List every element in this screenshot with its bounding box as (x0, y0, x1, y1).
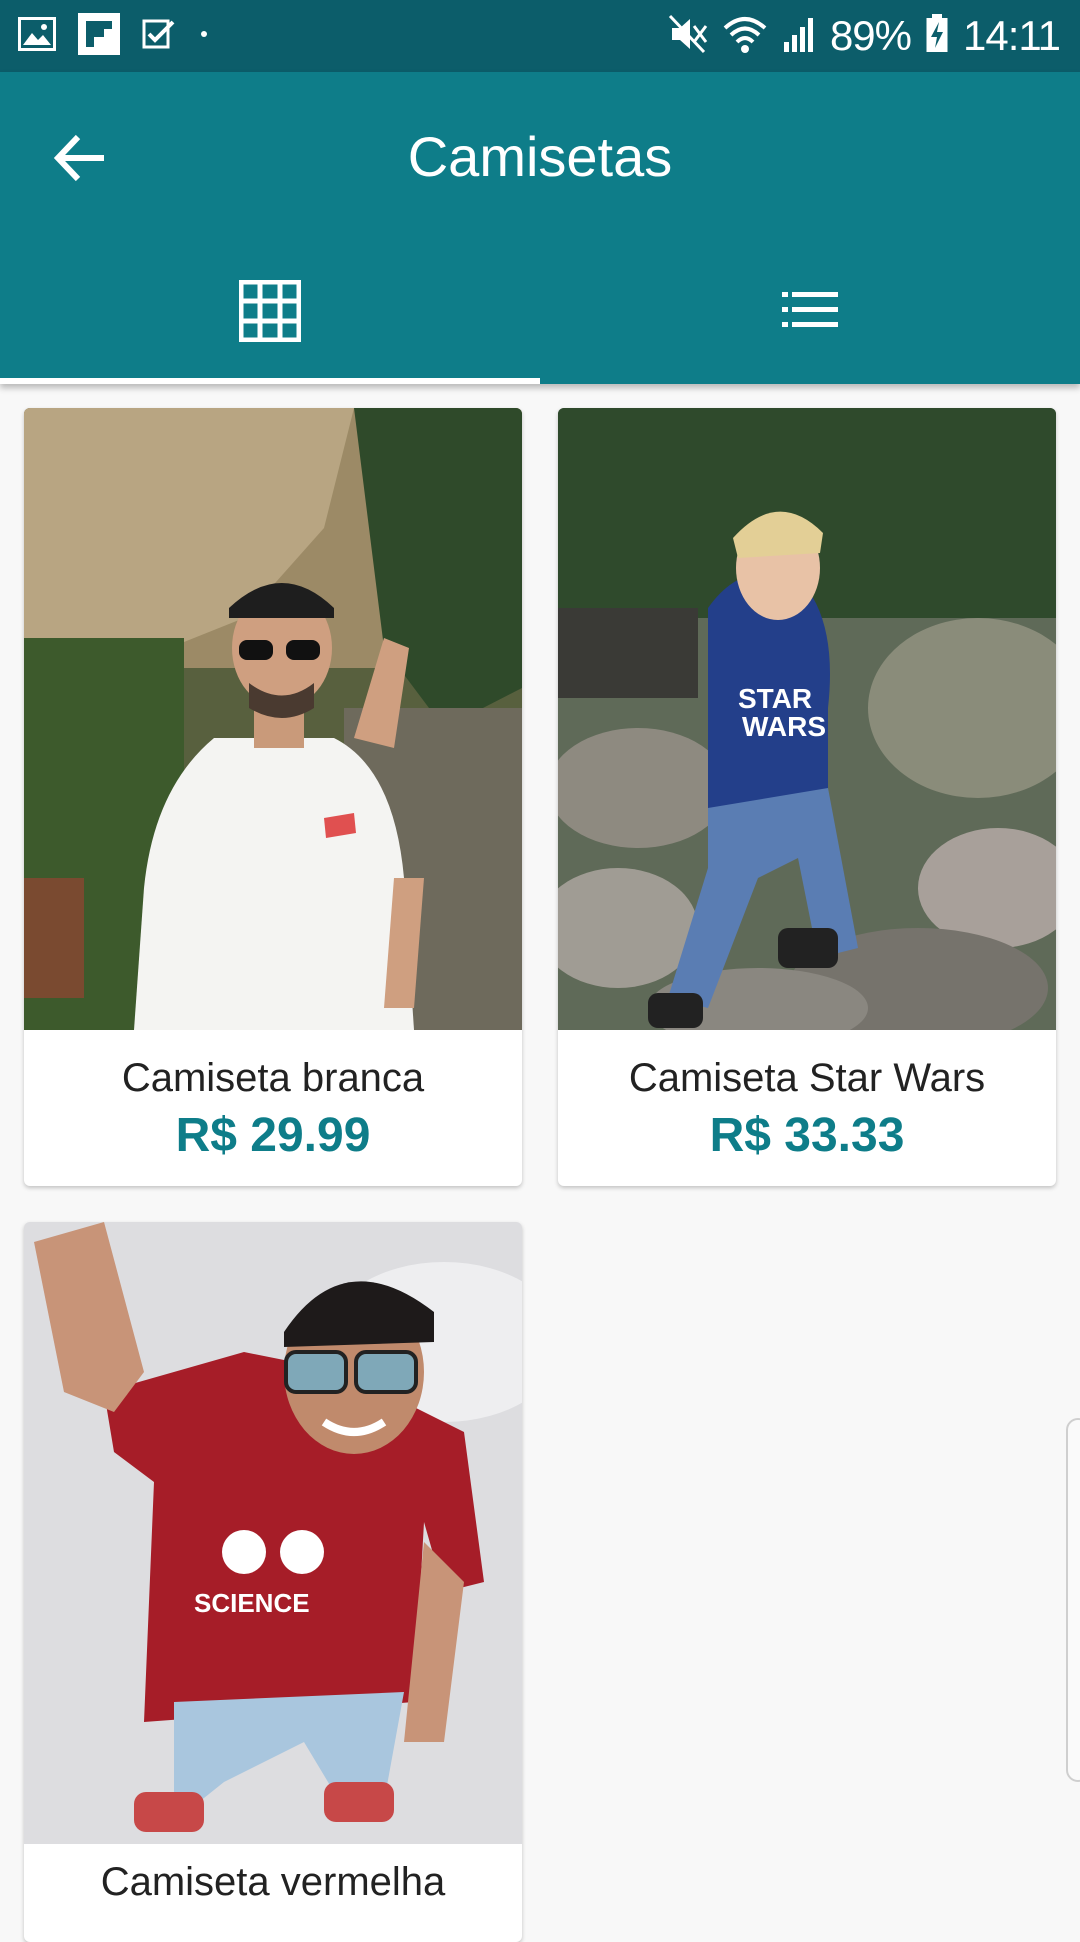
product-price: R$ 33.33 (709, 1109, 905, 1162)
battery-charging-icon (925, 13, 949, 59)
product-card[interactable]: SCIENCE Camiseta vermelha (24, 1222, 522, 1942)
dot-icon (198, 27, 210, 45)
mute-icon (668, 14, 708, 59)
tab-indicator (0, 378, 540, 384)
page-title: Camisetas (407, 125, 673, 188)
product-name: Camiseta Star Wars (628, 1056, 986, 1100)
status-bar: 89% 14:11 (0, 0, 1080, 72)
product-card[interactable]: Camiseta branca R$ 29.99 (24, 408, 522, 1186)
svg-text:WARS: WARS (742, 711, 826, 742)
product-name: Camiseta vermelha (100, 1860, 446, 1904)
notification-icons (18, 12, 210, 60)
scrollbar[interactable] (1066, 1418, 1080, 1782)
tab-list-view[interactable] (540, 258, 1080, 384)
product-image (24, 408, 522, 1030)
product-name: Camiseta branca (121, 1056, 425, 1100)
battery-percent: 89% (829, 12, 912, 59)
wifi-icon (722, 14, 768, 59)
svg-text:SCIENCE: SCIENCE (194, 1588, 310, 1618)
flipboard-icon (78, 12, 120, 60)
product-price: R$ 29.99 (175, 1109, 371, 1162)
product-image: STAR WARS (558, 408, 1056, 1030)
svg-text:STAR: STAR (738, 683, 812, 714)
gallery-icon (18, 16, 56, 56)
product-image: SCIENCE (24, 1222, 522, 1844)
system-icons: 89% 14:11 (668, 10, 1061, 62)
check-notification-icon (142, 17, 176, 56)
product-card[interactable]: STAR WARS Camiseta Star Wars R$ 33.33 (558, 408, 1056, 1186)
tab-grid-view[interactable] (0, 258, 540, 384)
list-icon (782, 290, 838, 335)
clock: 14:11 (963, 12, 1061, 59)
signal-icon (782, 16, 816, 57)
app-bar: Camisetas (0, 72, 1080, 384)
grid-icon (238, 279, 302, 347)
